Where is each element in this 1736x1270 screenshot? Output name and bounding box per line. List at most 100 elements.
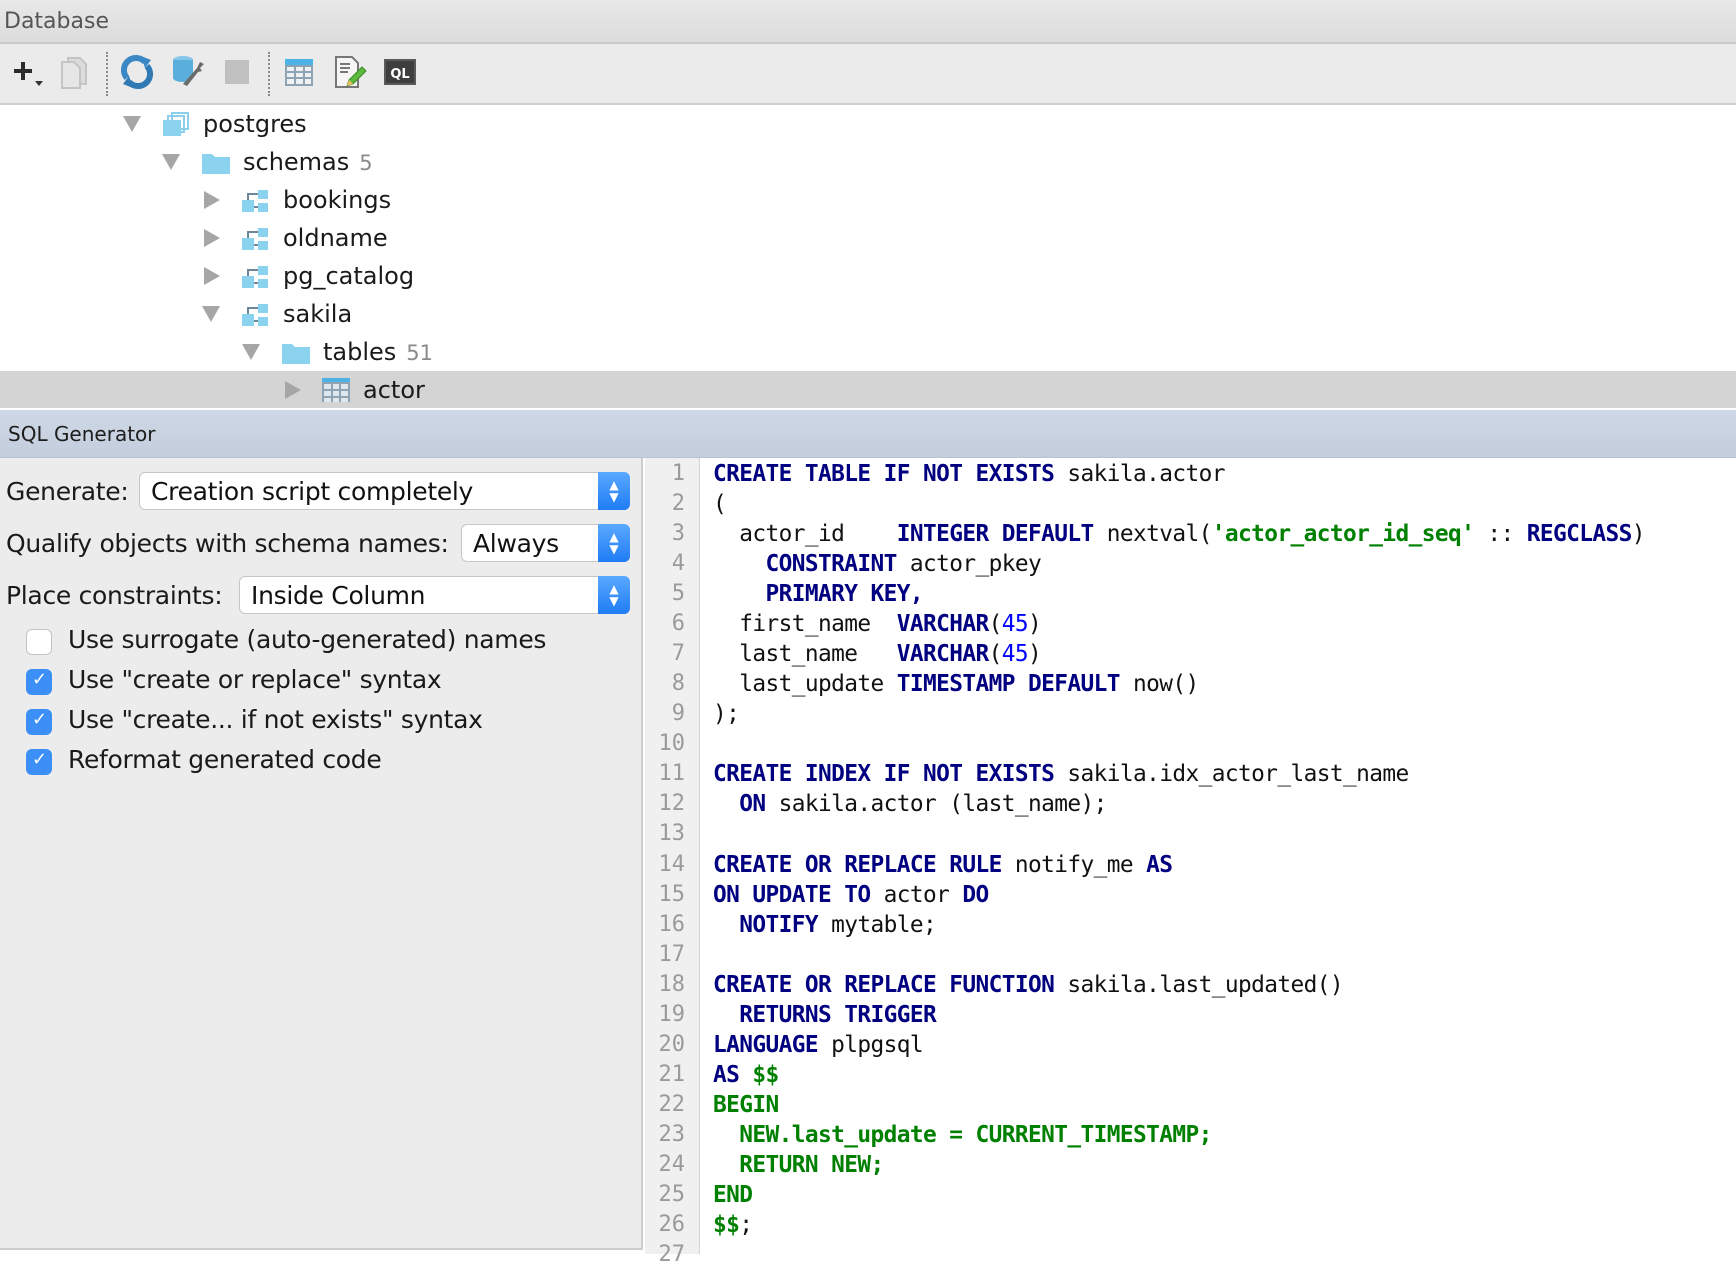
code-token-id: )	[1028, 641, 1042, 668]
line-number-gutter: 1 2 3 4 5 6 7 8 9 10 11 12 13 14 15 16 17 18 19 20 21 22 23 24 2…	[645, 458, 700, 1267]
database-icon	[163, 112, 189, 136]
qualify-select[interactable]: Always ▲ ▼	[461, 524, 630, 562]
code-token-kw: INTEGER DEFAULT	[896, 521, 1094, 548]
folder-icon	[202, 154, 230, 174]
code-token-pl: NEW.last_update = CURRENT_TIMESTAMP;	[713, 1121, 1212, 1148]
option-label: Use surrogate (auto-generated) names	[68, 625, 547, 654]
line-number: 5	[671, 581, 685, 607]
tree-node-count: 51	[406, 341, 434, 365]
code-token-id: last_update	[713, 671, 897, 698]
checkbox-checked[interactable]: ✓	[26, 669, 52, 695]
code-token-kw: CREATE OR REPLACE FUNCTION	[713, 971, 1055, 998]
tree-node-postgres[interactable]: postgres	[0, 105, 1736, 143]
tree-node-tables[interactable]: tables 51	[0, 333, 1736, 371]
toolbar-separator	[106, 52, 108, 96]
code-line: CREATE OR REPLACE RULE notify_me AS	[713, 850, 1173, 880]
expand-arrow-icon[interactable]	[242, 344, 260, 360]
tree-node-schemas[interactable]: schemas 5	[0, 143, 1736, 181]
tree-node-bookings[interactable]: bookings	[0, 181, 1736, 219]
refresh-icon	[120, 54, 154, 90]
code-token-pu: (	[713, 491, 727, 518]
stop-button[interactable]	[219, 54, 255, 90]
edit-source-button[interactable]	[331, 54, 367, 90]
qualify-select-value: Always	[473, 529, 559, 558]
schema-icon	[242, 190, 268, 212]
tree-node-count: 5	[359, 151, 373, 175]
tool-window-title: Database	[4, 9, 109, 34]
tree-node-label: actor	[363, 376, 425, 404]
line-number: 3	[671, 521, 685, 547]
constraints-select[interactable]: Inside Column ▲ ▼	[239, 576, 630, 614]
expand-arrow-icon[interactable]	[202, 306, 220, 322]
code-token-pu: );	[713, 701, 740, 728]
line-number: 26	[658, 1212, 686, 1237]
code-token-id: sakila.last_updated()	[1054, 971, 1343, 998]
table-editor-button[interactable]	[281, 54, 317, 90]
table-icon	[322, 378, 350, 402]
tree-node-sakila[interactable]: sakila	[0, 295, 1736, 333]
option-label: Reformat generated code	[68, 745, 382, 774]
line-number: 11	[658, 761, 686, 787]
line-number: 15	[658, 881, 686, 907]
refresh-button[interactable]	[119, 54, 155, 90]
line-number: 13	[658, 821, 686, 847]
generate-select[interactable]: Creation script completely ▲ ▼	[139, 472, 630, 510]
collapse-arrow-icon[interactable]	[204, 229, 220, 247]
code-token-pl: BEGIN	[713, 1091, 779, 1118]
expand-arrow-icon[interactable]	[162, 154, 180, 170]
tree-node-label: postgres	[203, 110, 307, 138]
open-console-button[interactable]: QL	[382, 54, 418, 90]
schema-icon	[242, 304, 268, 326]
constraints-label: Place constraints:	[6, 581, 223, 610]
code-token-kw: ON UPDATE TO	[713, 881, 871, 908]
tree-node-label: oldname	[283, 224, 388, 252]
schema-icon	[242, 228, 268, 250]
checkmark-icon: ✓	[32, 709, 48, 730]
line-number: 17	[658, 941, 686, 967]
collapse-arrow-icon[interactable]	[204, 267, 220, 285]
line-number: 16	[658, 911, 686, 937]
collapse-arrow-icon[interactable]	[285, 381, 301, 399]
code-token-pl: RETURN NEW;	[713, 1151, 884, 1178]
code-token-id: (	[988, 641, 1003, 668]
line-number: 8	[671, 671, 685, 697]
line-number: 2	[671, 491, 685, 517]
code-line: ON sakila.actor (last_name);	[713, 789, 1107, 819]
code-line: CONSTRAINT actor_pkey	[713, 549, 1042, 579]
line-number: 4	[671, 551, 685, 577]
code-line: actor_id INTEGER DEFAULT nextval('actor_…	[713, 519, 1645, 549]
data-source-properties-button[interactable]	[169, 54, 205, 90]
code-token-id: first_name	[713, 611, 897, 638]
code-token-id: now()	[1119, 671, 1199, 698]
tree-node-pg-catalog[interactable]: pg_catalog	[0, 257, 1736, 295]
expand-arrow-icon[interactable]	[123, 116, 141, 132]
code-token-pu: ;	[739, 1212, 753, 1238]
code-line: CREATE TABLE IF NOT EXISTS sakila.actor	[713, 459, 1225, 489]
checkbox-unchecked[interactable]	[26, 629, 52, 655]
collapse-arrow-icon[interactable]	[204, 191, 220, 209]
database-tree: postgres schemas5 bookings oldname pg_c	[0, 105, 1736, 409]
add-data-source-button[interactable]	[8, 54, 44, 90]
code-token-kw: NOTIFY	[739, 911, 818, 938]
checkbox-checked[interactable]: ✓	[26, 709, 52, 735]
code-token-kw: CREATE OR REPLACE RULE	[713, 851, 1002, 878]
tree-node-actor[interactable]: actor	[0, 371, 1736, 409]
tree-node-label: sakila	[283, 300, 353, 328]
code-token-id: )	[1631, 521, 1646, 548]
checkbox-checked[interactable]: ✓	[26, 749, 52, 775]
svg-text:QL: QL	[390, 67, 409, 82]
code-token-id: sakila.actor	[1054, 461, 1225, 487]
code-token-num: 45	[1001, 641, 1029, 668]
code-token-kw: TIMESTAMP DEFAULT	[896, 671, 1121, 698]
tree-node-oldname[interactable]: oldname	[0, 219, 1736, 257]
line-number: 12	[658, 791, 686, 817]
code-token-kw: LANGUAGE	[713, 1031, 819, 1058]
sql-generator-header: SQL Generator	[0, 408, 1736, 458]
line-number: 19	[658, 1001, 686, 1027]
duplicate-button[interactable]	[56, 54, 92, 90]
line-number: 20	[658, 1031, 686, 1057]
sql-preview-editor[interactable]: CREATE TABLE IF NOT EXISTS sakila.actor(…	[700, 458, 1736, 1254]
line-number: 21	[658, 1061, 686, 1087]
toolbar-separator	[268, 52, 270, 96]
code-token-id: (	[988, 611, 1003, 638]
